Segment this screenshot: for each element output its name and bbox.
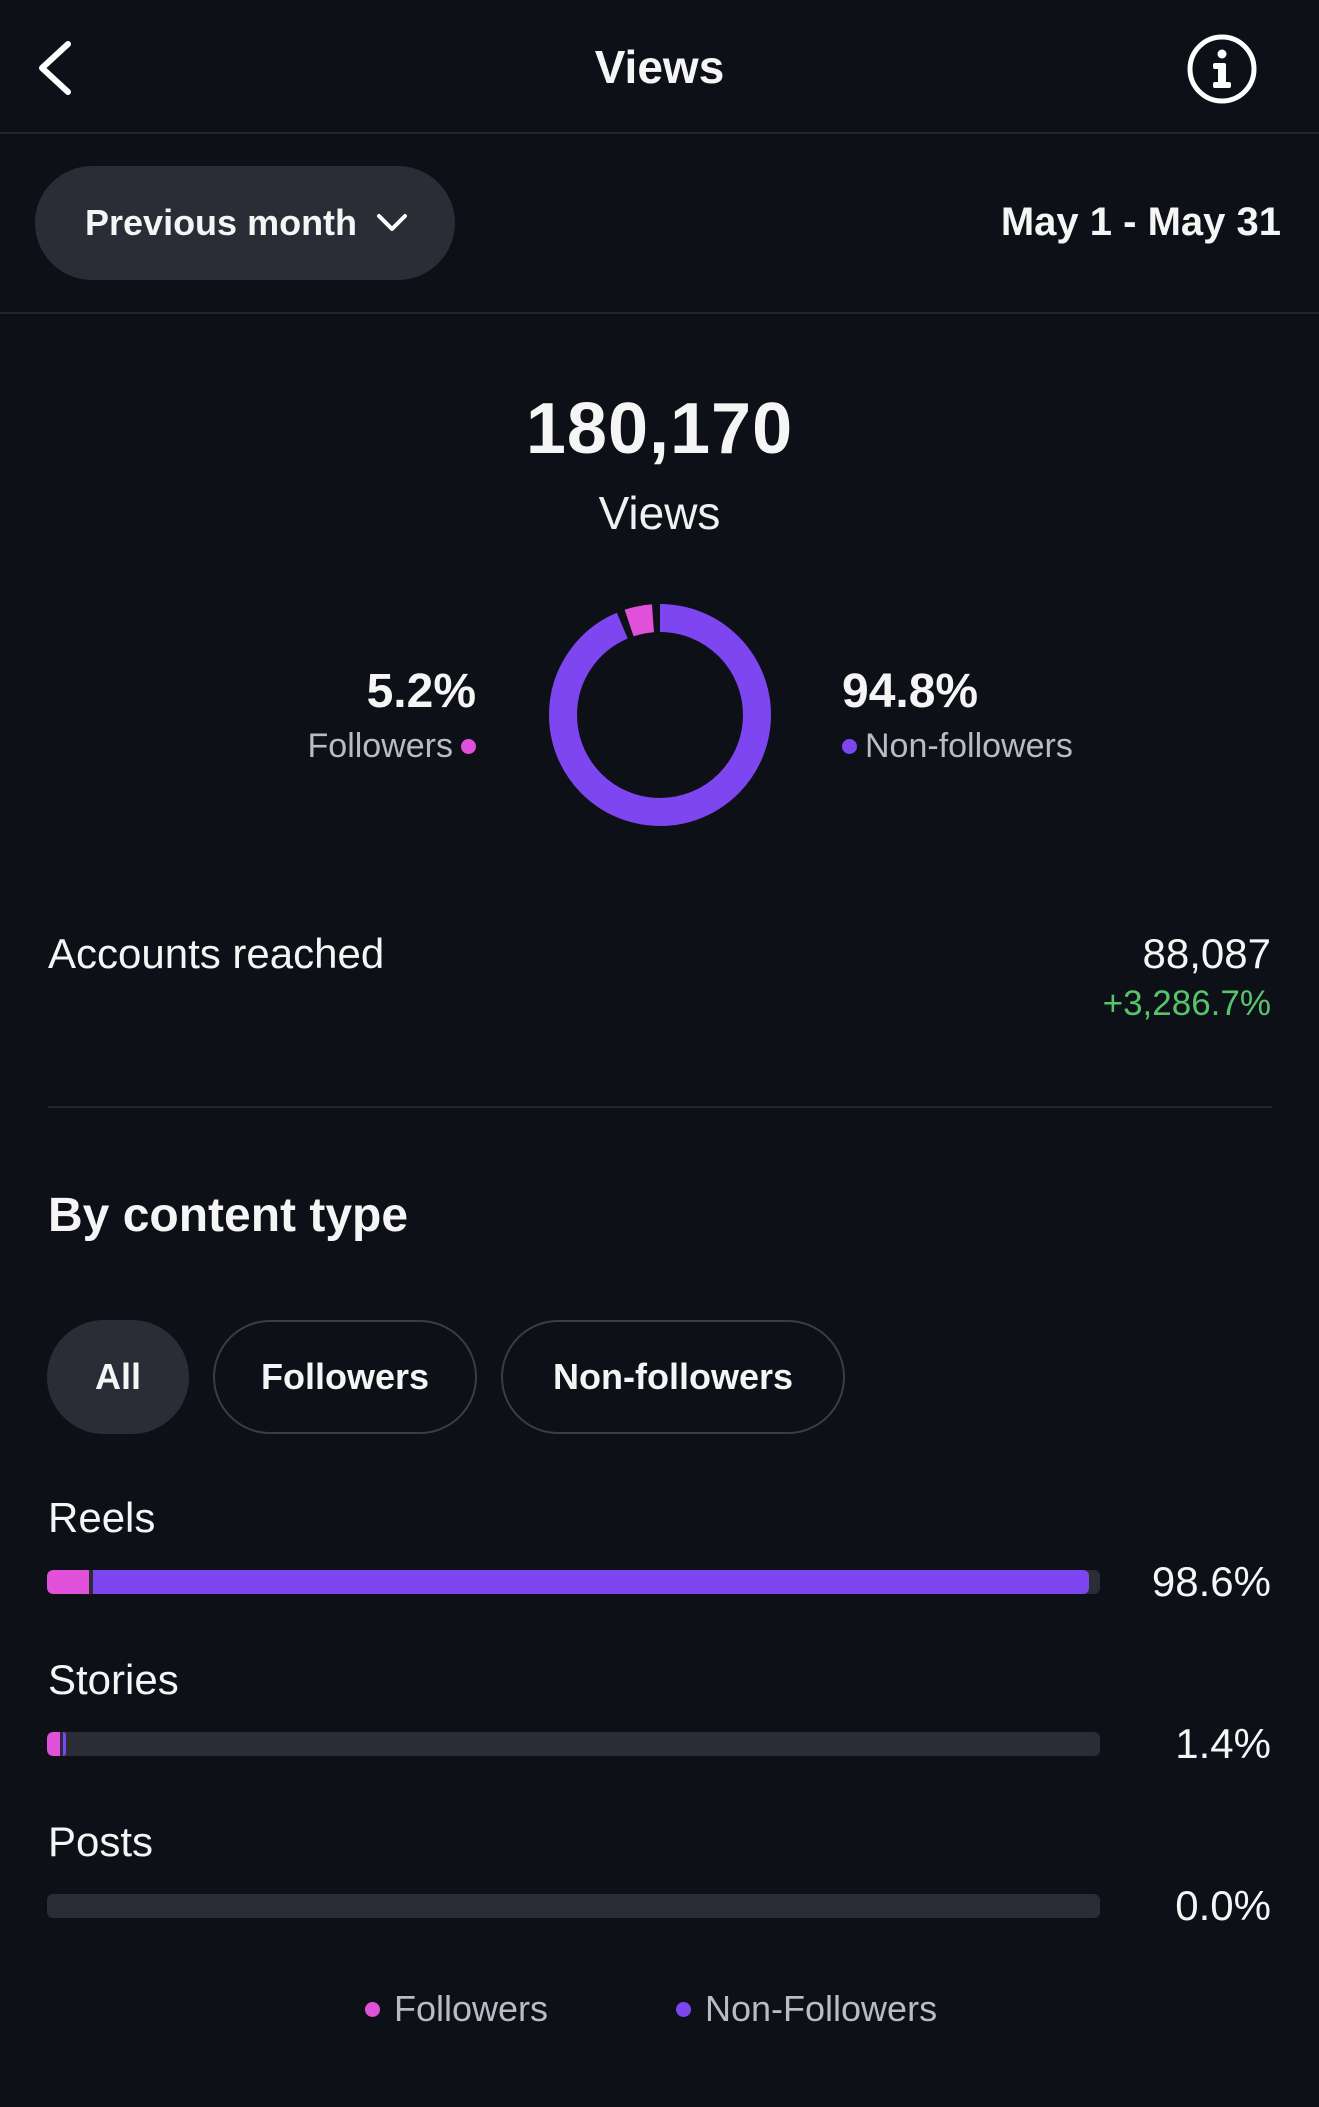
info-circle-icon — [1187, 34, 1257, 104]
divider — [48, 1106, 1272, 1108]
stories-non-followers-segment — [63, 1732, 67, 1756]
views-donut-chart — [549, 604, 771, 826]
non-followers-percent: 94.8% — [842, 665, 979, 718]
legend-non-followers-label: Non-Followers — [705, 1988, 938, 2029]
chevron-down-icon — [377, 214, 408, 231]
period-dropdown[interactable]: Previous month — [35, 166, 455, 280]
stories-followers-segment — [47, 1732, 60, 1756]
followers-stat: 5.2% Followers — [308, 664, 476, 766]
reels-bar — [47, 1570, 1100, 1594]
non-followers-stat: 94.8% Non-followers — [842, 664, 1073, 766]
non-followers-stat-label-row: Non-followers — [842, 727, 1073, 766]
non-followers-legend-dot-icon — [676, 2001, 691, 2017]
followers-stat-label-row: Followers — [308, 727, 476, 766]
chip-non-followers[interactable]: Non-followers — [501, 1320, 845, 1434]
top-bar: Views — [0, 0, 1319, 134]
followers-percent: 5.2% — [366, 665, 476, 718]
reels-non-followers-segment — [92, 1570, 1089, 1594]
accounts-reached-change: +3,286.7% — [1102, 984, 1271, 1023]
reels-followers-segment — [47, 1570, 90, 1594]
chip-followers[interactable]: Followers — [213, 1320, 477, 1434]
legend-non-followers: Non-Followers — [676, 1988, 937, 2030]
reels-label: Reels — [48, 1494, 156, 1541]
filter-bar: Previous month May 1 - May 31 — [0, 134, 1319, 314]
legend-followers-label: Followers — [394, 1988, 549, 2029]
followers-legend-dot-icon — [365, 2001, 380, 2017]
legend-followers: Followers — [365, 1988, 548, 2030]
followers-dot-icon — [461, 739, 476, 754]
followers-stat-label: Followers — [307, 727, 453, 765]
stories-bar — [47, 1732, 1100, 1756]
posts-percent: 0.0% — [1175, 1882, 1271, 1929]
section-title: By content type — [48, 1189, 409, 1242]
info-button[interactable] — [1186, 33, 1258, 105]
accounts-reached-value: 88,087 — [1142, 930, 1271, 977]
reels-percent: 98.6% — [1151, 1558, 1271, 1605]
stories-percent: 1.4% — [1175, 1720, 1271, 1767]
non-followers-dot-icon — [842, 739, 857, 754]
total-views-label: Views — [598, 487, 721, 539]
posts-bar — [47, 1894, 1100, 1918]
date-range: May 1 - May 31 — [1000, 200, 1281, 244]
chip-all[interactable]: All — [47, 1320, 189, 1434]
accounts-reached-label: Accounts reached — [48, 930, 385, 977]
non-followers-stat-label: Non-followers — [865, 727, 1073, 765]
stories-label: Stories — [48, 1656, 179, 1703]
period-label: Previous month — [85, 202, 358, 243]
page-title: Views — [594, 41, 725, 93]
posts-label: Posts — [48, 1818, 154, 1865]
donut-non-followers-slice — [549, 604, 771, 826]
total-views-value: 180,170 — [525, 389, 794, 469]
